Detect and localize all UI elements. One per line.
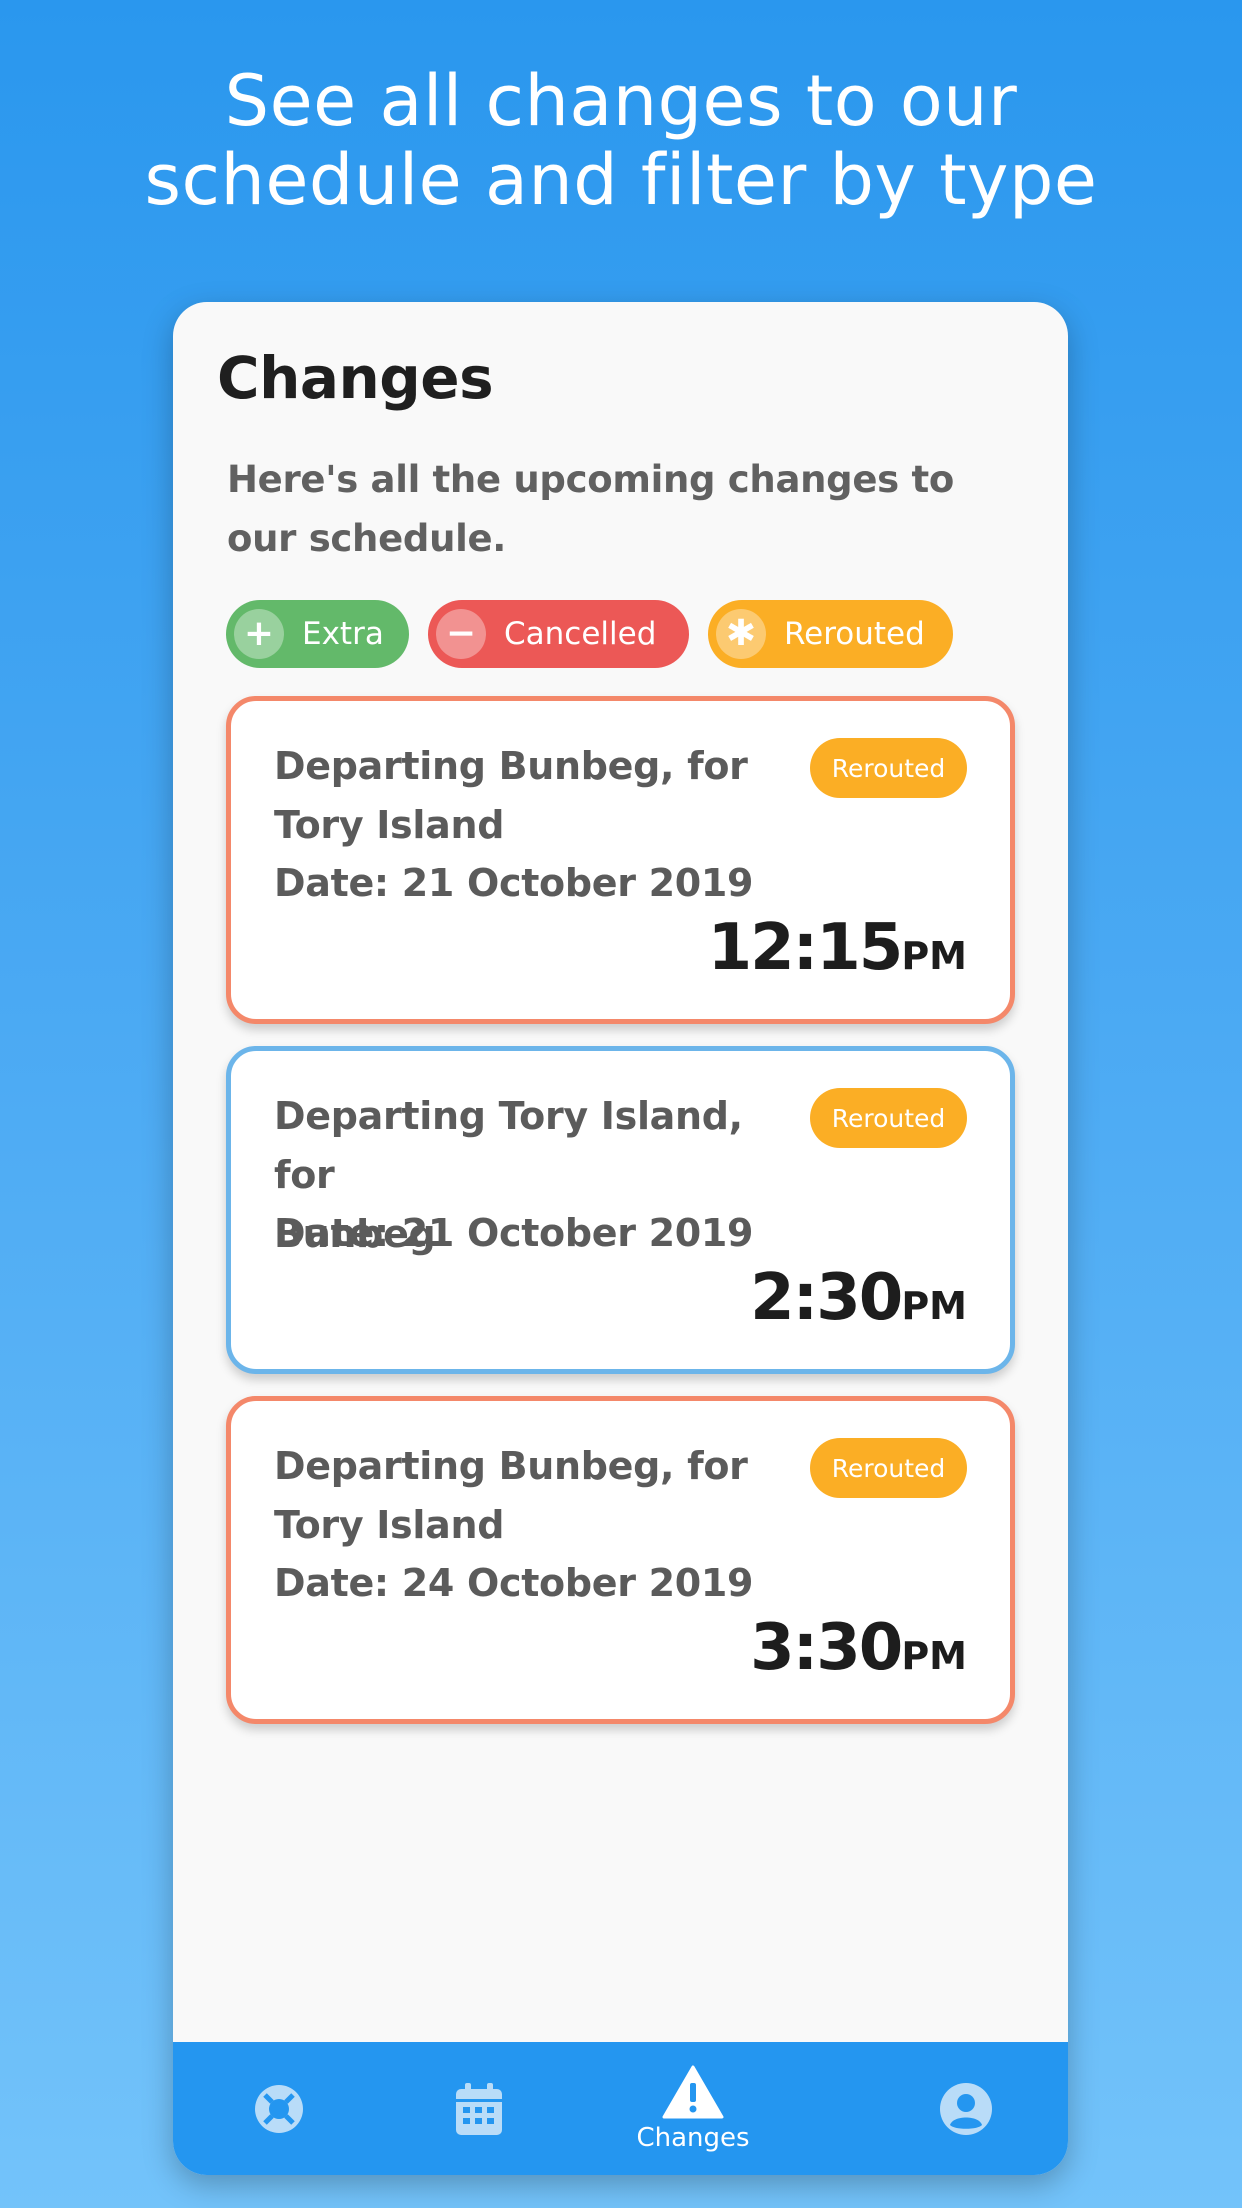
filter-cancelled-label: Cancelled [504, 616, 657, 652]
change-card[interactable]: Departing Bunbeg, for Tory Island Date: … [226, 696, 1015, 1024]
minus-icon: − [436, 609, 486, 659]
departure-time: 12:15PM [708, 911, 967, 985]
time-value: 3:30 [750, 1611, 903, 1685]
change-card[interactable]: Departing Tory Island, for Bunbeg Date: … [226, 1046, 1015, 1374]
time-value: 2:30 [750, 1261, 903, 1335]
headline-line-1: See all changes to our [224, 60, 1018, 142]
bottom-tab-bar: Changes [173, 2042, 1068, 2175]
phone-screen: Changes Here's all the upcoming changes … [173, 302, 1068, 2175]
route-line-1: Departing Tory Island, for [274, 1094, 743, 1197]
asterisk-icon: ✱ [716, 609, 766, 659]
route-line-1: Departing Bunbeg, for [274, 1444, 748, 1488]
page-title: Changes [217, 344, 494, 412]
change-date: Date: 24 October 2019 [274, 1561, 754, 1605]
headline-line-2: schedule and filter by type [144, 139, 1098, 221]
tab-profile[interactable] [926, 2042, 1006, 2175]
filter-rerouted-chip[interactable]: ✱ Rerouted [708, 600, 953, 668]
route-line-2: Tory Island [274, 1503, 505, 1547]
user-icon [940, 2082, 992, 2135]
time-value: 12:15 [707, 911, 904, 985]
promo-headline: See all changes to our schedule and filt… [0, 62, 1242, 220]
tab-changes-label: Changes [636, 2122, 750, 2153]
warning-icon [662, 2065, 724, 2118]
change-date: Date: 21 October 2019 [274, 1211, 754, 1255]
tab-lifebuoy[interactable] [239, 2042, 319, 2175]
time-ampm: PM [901, 1634, 967, 1678]
calendar-icon [456, 2082, 502, 2135]
intro-text: Here's all the upcoming changes to our s… [227, 458, 954, 560]
filter-extra-label: Extra [302, 616, 384, 652]
route-line-1: Departing Bunbeg, for [274, 744, 748, 788]
time-ampm: PM [901, 1284, 967, 1328]
lifebuoy-icon [255, 2084, 303, 2133]
time-ampm: PM [901, 934, 967, 978]
filter-rerouted-label: Rerouted [784, 616, 925, 652]
tab-schedule[interactable] [439, 2042, 519, 2175]
tab-changes[interactable]: Changes [633, 2042, 753, 2175]
route-line-2: Tory Island [274, 803, 505, 847]
departure-time: 3:30PM [750, 1611, 967, 1685]
change-card[interactable]: Departing Bunbeg, for Tory Island Date: … [226, 1396, 1015, 1724]
plus-icon: + [234, 609, 284, 659]
change-route: Departing Bunbeg, for Tory Island [274, 737, 794, 855]
status-badge: Rerouted [810, 1438, 967, 1498]
departure-time: 2:30PM [750, 1261, 967, 1335]
filter-chips: + Extra − Cancelled ✱ Rerouted [226, 600, 953, 668]
filter-cancelled-chip[interactable]: − Cancelled [428, 600, 689, 668]
status-badge: Rerouted [810, 1088, 967, 1148]
change-route: Departing Bunbeg, for Tory Island [274, 1437, 794, 1555]
change-date: Date: 21 October 2019 [274, 861, 754, 905]
status-badge: Rerouted [810, 738, 967, 798]
filter-extra-chip[interactable]: + Extra [226, 600, 409, 668]
